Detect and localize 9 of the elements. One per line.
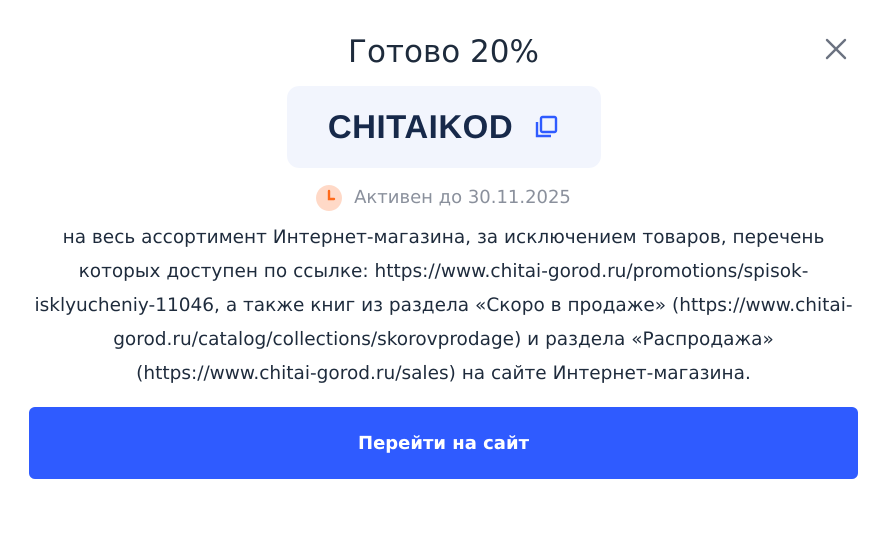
dialog-title: Готово 20% [348, 33, 539, 72]
go-to-site-button[interactable]: Перейти на сайт [29, 407, 858, 479]
close-button[interactable] [823, 36, 849, 62]
close-icon [825, 38, 847, 60]
promo-description: на весь ассортимент Интернет-магазина, за исключением товаров, перечень которых доступен по ссылке: https://www.chitai-gorod.ru/promotions/spisok-isklyucheniy-11046, а также книг из раздела «Скоро в продаже» (https://www.chitai-gorod.ru/catalog/collections/skorovprodage) и раздела «Распродажа» (https://www.chitai-gorod.ru/sales) на сайте Интернет-магазина. [34, 226, 854, 386]
promo-code: CHITAIKOD [328, 107, 514, 148]
copy-icon[interactable] [533, 114, 560, 140]
clock-icon [316, 184, 342, 210]
validity-date: Активен до 30.11.2025 [354, 186, 571, 210]
